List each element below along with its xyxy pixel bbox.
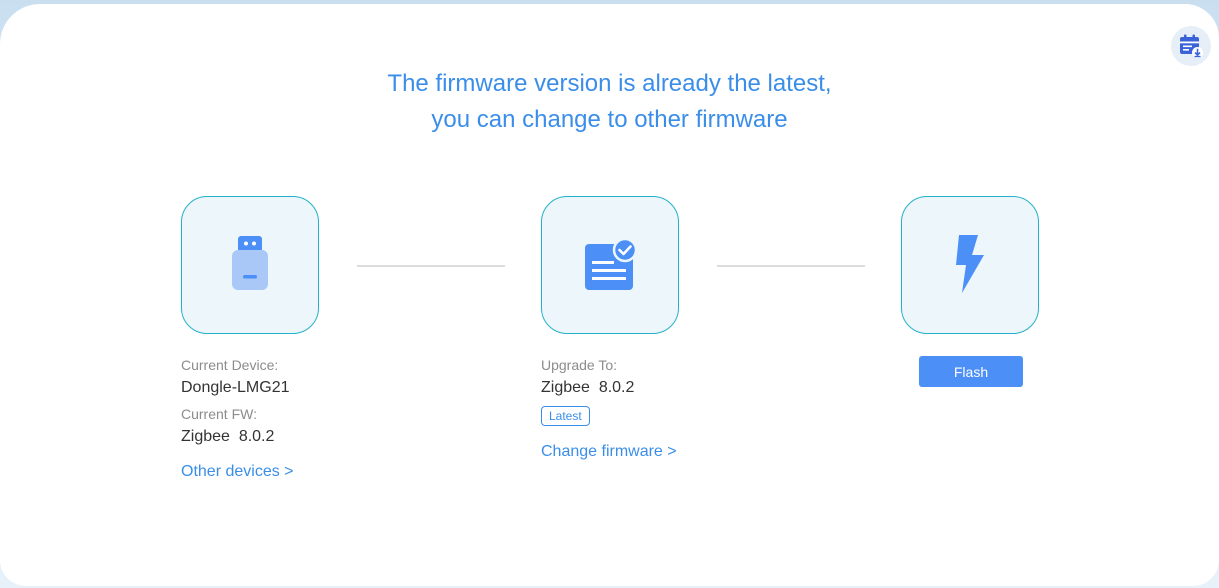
current-fw-label: Current FW: [181, 406, 257, 422]
latest-badge: Latest [541, 406, 590, 426]
other-devices-link[interactable]: Other devices > [181, 463, 294, 481]
headline-line-1: The firmware version is already the late… [387, 70, 832, 97]
firmware-step-box [541, 196, 679, 334]
calendar-download-icon [1180, 34, 1203, 58]
flash-step-box [901, 196, 1039, 334]
current-device-label: Current Device: [181, 357, 279, 373]
calendar-download-button[interactable] [1171, 26, 1211, 66]
lightning-bolt-icon [956, 235, 984, 293]
change-firmware-link[interactable]: Change firmware > [541, 443, 677, 461]
usb-dongle-icon [232, 236, 268, 290]
main-card: The firmware version is already the late… [0, 4, 1219, 586]
upgrade-to-value: Zigbee 8.0.2 [541, 379, 635, 396]
current-fw-value: Zigbee 8.0.2 [181, 428, 275, 445]
flash-button[interactable]: Flash [919, 356, 1023, 387]
upgrade-to-label: Upgrade To: [541, 357, 618, 373]
device-step-box [181, 196, 319, 334]
headline-line-2: you can change to other firmware [431, 106, 788, 133]
connector-line-2 [717, 265, 865, 267]
connector-line-1 [357, 265, 505, 267]
firmware-check-icon [585, 237, 638, 290]
status-headline: The firmware version is already the late… [0, 66, 1219, 138]
current-device-value: Dongle-LMG21 [181, 379, 290, 396]
